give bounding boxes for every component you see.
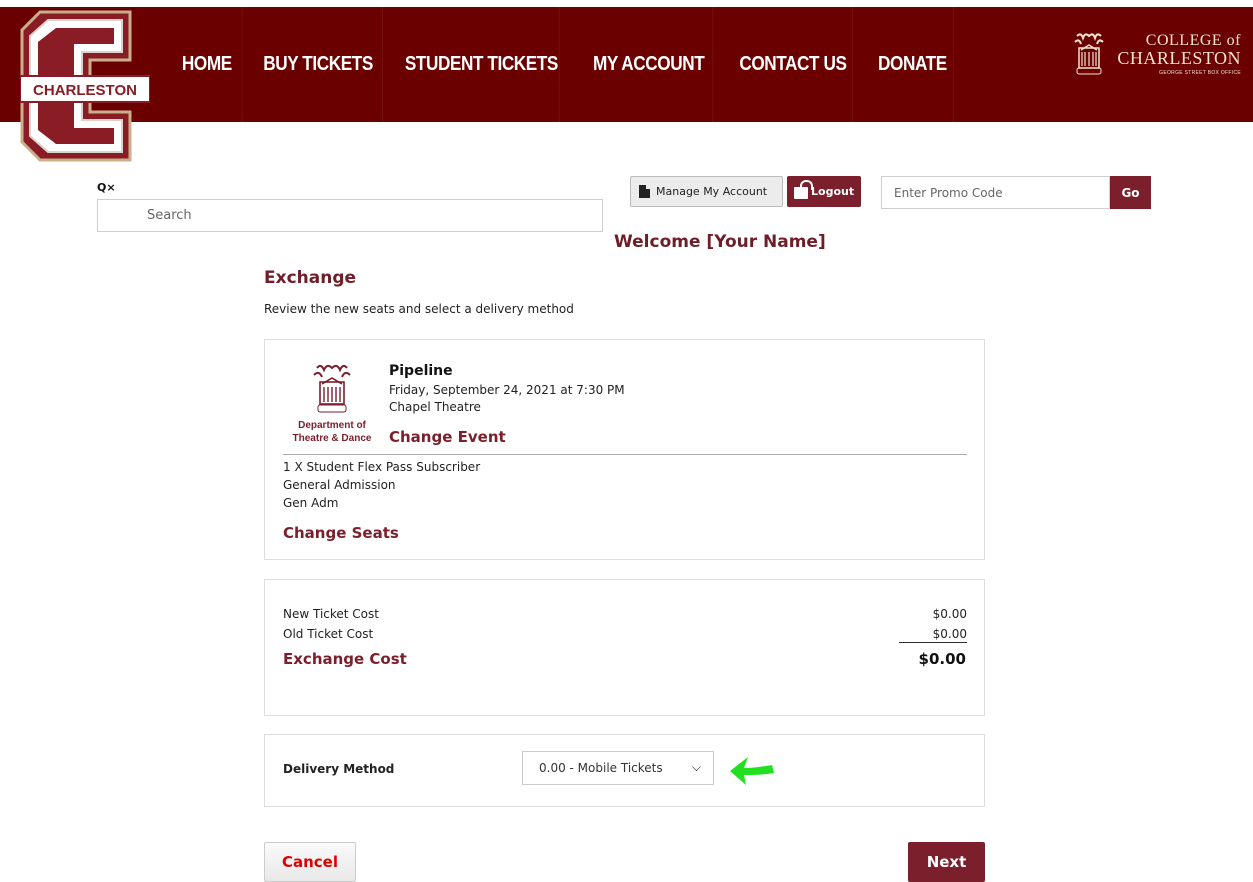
cancel-button[interactable]: Cancel: [264, 842, 356, 882]
event-card: Department of Theatre & Dance Pipeline F…: [264, 339, 985, 560]
event-venue: Chapel Theatre: [389, 400, 481, 414]
old-ticket-cost-label: Old Ticket Cost: [283, 627, 374, 641]
unlock-icon: [794, 180, 813, 199]
promo-code-input[interactable]: [881, 176, 1110, 209]
logout-button[interactable]: Logout: [787, 176, 861, 207]
coc-line3: GEORGE STREET BOX OFFICE: [1159, 69, 1241, 76]
page-title: Exchange: [264, 268, 357, 288]
coc-line1: COLLEGE of: [1145, 31, 1241, 49]
exchange-cost-value: $0.00: [918, 650, 966, 668]
coc-line2: CHARLESTON: [1117, 47, 1241, 68]
manage-account-button[interactable]: Manage My Account: [630, 176, 783, 207]
manage-account-label: Manage My Account: [656, 185, 768, 198]
search-input[interactable]: [97, 199, 603, 232]
old-ticket-cost-row: Old Ticket Cost $0.00: [283, 627, 967, 643]
nav-home[interactable]: HOME: [172, 7, 243, 122]
cistern-building-icon: [1074, 33, 1105, 75]
next-button[interactable]: Next: [908, 842, 985, 882]
nav-student-tickets[interactable]: STUDENT TICKETS: [404, 7, 560, 122]
divider: [283, 454, 967, 455]
welcome-message: Welcome [Your Name]: [614, 232, 826, 252]
nav-contact-us[interactable]: CONTACT US: [734, 7, 853, 122]
delivery-method-label: Delivery Method: [283, 762, 395, 776]
new-ticket-cost-row: New Ticket Cost $0.00: [283, 607, 967, 621]
dept-label-2: Theatre & Dance: [292, 433, 372, 444]
page-subtitle: Review the new seats and select a delive…: [264, 302, 574, 316]
nav-donate[interactable]: DONATE: [872, 7, 954, 122]
nav-my-account[interactable]: MY ACCOUNT: [585, 7, 714, 122]
dept-label-1: Department of: [298, 420, 366, 431]
charleston-c-logo[interactable]: CHARLESTON: [20, 10, 150, 162]
search-clear-icon[interactable]: Q×: [97, 181, 116, 194]
nav-buy-tickets[interactable]: BUY TICKETS: [254, 7, 383, 122]
main-nav: HOME BUY TICKETS STUDENT TICKETS MY ACCO…: [172, 7, 967, 122]
promo-go-button[interactable]: Go: [1110, 176, 1151, 209]
seat-line: 1 X Student Flex Pass Subscriber: [283, 460, 481, 474]
college-of-charleston-logo[interactable]: COLLEGE of CHARLESTON GEORGE STREET BOX …: [1071, 32, 1241, 76]
seat-line: Gen Adm: [283, 496, 339, 510]
new-ticket-cost-value: $0.00: [932, 607, 967, 621]
document-icon: [639, 185, 650, 198]
seat-line: General Admission: [283, 478, 396, 492]
event-date: Friday, September 24, 2021 at 7:30 PM: [389, 383, 625, 397]
change-seats-link[interactable]: Change Seats: [283, 524, 399, 542]
delivery-method-card: Delivery Method 0.00 - Mobile Tickets ⌵: [264, 734, 985, 807]
delivery-method-value: 0.00 - Mobile Tickets: [539, 761, 663, 775]
event-name: Pipeline: [389, 363, 453, 379]
logo-text: CHARLESTON: [33, 82, 137, 99]
new-ticket-cost-label: New Ticket Cost: [283, 607, 379, 621]
change-event-link[interactable]: Change Event: [389, 428, 506, 446]
cost-summary-card: New Ticket Cost $0.00 Old Ticket Cost $0…: [264, 579, 985, 716]
cistern-building-icon: [313, 364, 351, 413]
dept-theatre-dance-logo: Department of Theatre & Dance: [283, 362, 381, 444]
old-ticket-cost-value: $0.00: [899, 627, 967, 643]
chevron-down-icon: ⌵: [691, 760, 701, 774]
green-arrow-icon: [730, 757, 774, 785]
logout-label: Logout: [811, 185, 855, 198]
exchange-cost-label: Exchange Cost: [283, 650, 407, 668]
delivery-method-select[interactable]: 0.00 - Mobile Tickets ⌵: [522, 751, 714, 785]
